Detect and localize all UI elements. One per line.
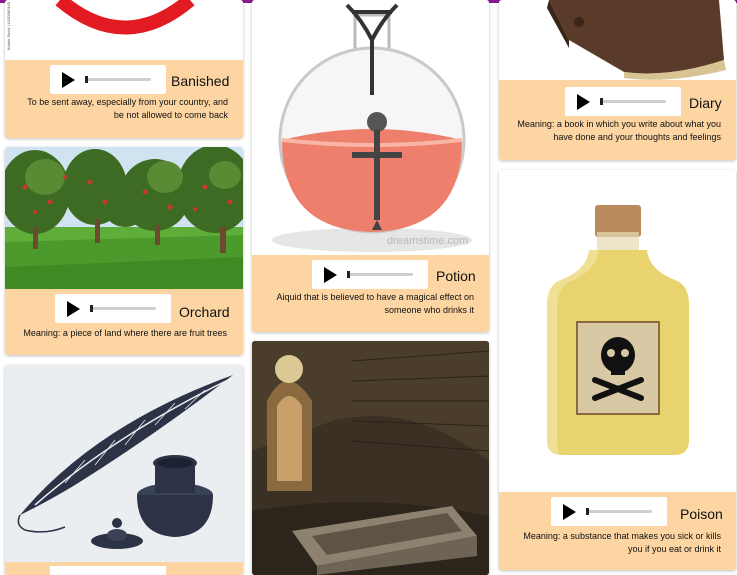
audio-progress-track[interactable] bbox=[85, 76, 151, 83]
vocab-definition: Meaning: a piece of land where there are… bbox=[23, 328, 227, 338]
crypt-image bbox=[252, 341, 489, 575]
vocab-card-banished: Adobe Stock | #200580449 Banished To be … bbox=[5, 0, 243, 138]
vocab-card-potion: dreamstime.com Potion Aiquid that is bel… bbox=[252, 0, 489, 332]
play-icon[interactable] bbox=[324, 266, 337, 283]
audio-progress-track[interactable] bbox=[347, 271, 413, 278]
vocab-card-quill bbox=[5, 365, 243, 575]
play-icon[interactable] bbox=[67, 300, 80, 317]
potion-image: dreamstime.com bbox=[252, 0, 489, 255]
audio-player-banished[interactable] bbox=[50, 65, 166, 94]
vocab-word: Orchard bbox=[179, 304, 230, 320]
vocab-card-crypt bbox=[252, 341, 489, 575]
vocab-definition: Meaning: a book in which you write about… bbox=[517, 119, 721, 142]
audio-player-orchard[interactable] bbox=[55, 294, 171, 323]
audio-progress-track[interactable] bbox=[600, 98, 666, 105]
stock-watermark: dreamstime.com bbox=[387, 235, 468, 247]
diary-image bbox=[499, 0, 736, 80]
stock-watermark: Adobe Stock | #200580449 bbox=[6, 2, 11, 51]
play-icon[interactable] bbox=[62, 71, 75, 88]
vocab-word: Poison bbox=[680, 506, 723, 522]
poison-image bbox=[499, 170, 736, 492]
audio-player-poison[interactable] bbox=[551, 497, 667, 526]
audio-progress-track[interactable] bbox=[90, 305, 156, 312]
play-icon[interactable] bbox=[563, 503, 576, 520]
audio-progress-track[interactable] bbox=[586, 508, 652, 515]
vocab-word: Diary bbox=[689, 95, 722, 111]
orchard-image bbox=[5, 147, 243, 289]
vocab-word: Banished bbox=[171, 73, 230, 89]
banished-image: Adobe Stock | #200580449 bbox=[5, 0, 243, 60]
vocab-definition: To be sent away, especially from your co… bbox=[27, 97, 228, 120]
play-icon[interactable] bbox=[577, 93, 590, 110]
vocab-card-poison: Poison Meaning: a substance that makes y… bbox=[499, 170, 736, 570]
vocab-card-orchard: Orchard Meaning: a piece of land where t… bbox=[5, 147, 243, 355]
vocab-card-diary: Diary Meaning: a book in which you write… bbox=[499, 0, 736, 160]
vocab-definition: Aiquid that is believed to have a magica… bbox=[276, 292, 474, 315]
audio-player-diary[interactable] bbox=[565, 87, 681, 116]
vocab-word: Potion bbox=[436, 268, 476, 284]
audio-player-potion[interactable] bbox=[312, 260, 428, 289]
vocab-definition: Meaning: a substance that makes you sick… bbox=[523, 531, 721, 554]
audio-player-partial bbox=[50, 566, 166, 575]
quill-ink-image bbox=[5, 365, 243, 562]
